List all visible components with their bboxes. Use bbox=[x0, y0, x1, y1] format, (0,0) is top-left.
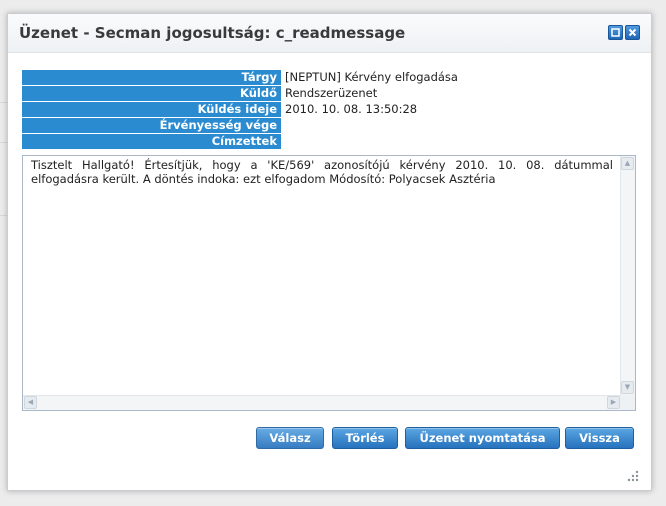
message-body-textarea[interactable]: Tisztelt Hallgató! Értesítjük, hogy a 'K… bbox=[22, 155, 636, 411]
delete-button[interactable]: Törlés bbox=[332, 427, 398, 449]
vertical-scrollbar[interactable]: ▲ ▼ bbox=[620, 156, 635, 395]
close-icon bbox=[628, 28, 637, 37]
message-body-text: Tisztelt Hallgató! Értesítjük, hogy a 'K… bbox=[31, 158, 613, 186]
message-dialog: Üzenet - Secman jogosultság: c_readmessa… bbox=[7, 13, 652, 491]
field-row-expiry: Érvényesség vége bbox=[22, 118, 632, 134]
close-button[interactable] bbox=[625, 25, 640, 40]
field-value bbox=[281, 134, 285, 150]
back-button[interactable]: Vissza bbox=[565, 427, 634, 449]
field-value bbox=[281, 118, 285, 134]
scroll-down-icon[interactable]: ▼ bbox=[621, 381, 634, 394]
field-label: Küldő bbox=[22, 86, 281, 101]
message-header-fields: Tárgy [NEPTUN] Kérvény elfogadása Küldő … bbox=[22, 70, 632, 150]
resize-grip-icon[interactable] bbox=[627, 470, 639, 482]
field-value: [NEPTUN] Kérvény elfogadása bbox=[285, 70, 458, 84]
maximize-icon bbox=[611, 28, 620, 37]
field-value: Rendszerüzenet bbox=[285, 86, 378, 100]
dialog-title: Üzenet - Secman jogosultság: c_readmessa… bbox=[19, 24, 406, 42]
field-row-subject: Tárgy [NEPTUN] Kérvény elfogadása bbox=[22, 70, 632, 86]
reply-button[interactable]: Válasz bbox=[256, 427, 324, 449]
scroll-right-icon[interactable]: ▶ bbox=[607, 396, 620, 409]
field-label: Tárgy bbox=[22, 70, 281, 85]
field-row-sent-time: Küldés ideje 2010. 10. 08. 13:50:28 bbox=[22, 102, 632, 118]
dialog-button-bar: Válasz Törlés Üzenet nyomtatása Vissza bbox=[8, 427, 651, 451]
maximize-button[interactable] bbox=[608, 25, 623, 40]
field-row-recipients: Címzettek bbox=[22, 134, 632, 150]
field-label: Küldés ideje bbox=[22, 102, 281, 117]
scroll-up-icon[interactable]: ▲ bbox=[621, 157, 634, 170]
field-label: Érvényesség vége bbox=[22, 118, 281, 133]
field-row-sender: Küldő Rendszerüzenet bbox=[22, 86, 632, 102]
dialog-titlebar[interactable]: Üzenet - Secman jogosultság: c_readmessa… bbox=[8, 14, 651, 53]
scrollbar-corner bbox=[620, 395, 635, 410]
print-message-button[interactable]: Üzenet nyomtatása bbox=[405, 427, 560, 449]
field-label: Címzettek bbox=[22, 134, 281, 149]
scroll-left-icon[interactable]: ◀ bbox=[24, 396, 37, 409]
horizontal-scrollbar[interactable]: ◀ ▶ bbox=[23, 395, 621, 410]
field-value: 2010. 10. 08. 13:50:28 bbox=[285, 102, 418, 116]
